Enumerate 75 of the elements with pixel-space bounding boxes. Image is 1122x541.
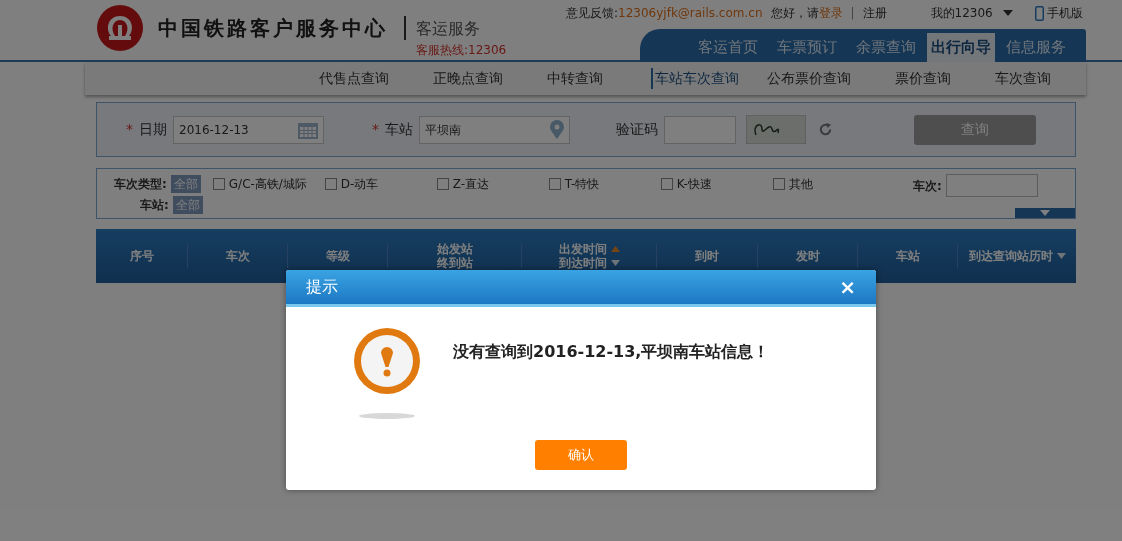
greeting-text: 您好，请 [770, 5, 819, 22]
hotline-text: 客服热线:12306 [416, 42, 507, 59]
train-type-option[interactable]: Z-直达 [436, 175, 549, 193]
date-field[interactable]: 2016-12-13 [173, 115, 324, 144]
dialog-message: 没有查询到2016-12-13,平坝南车站信息！ [453, 341, 770, 363]
train-type-option[interactable]: K-快速 [660, 175, 773, 193]
column-header[interactable]: 等级 [325, 249, 350, 263]
column-header[interactable]: 车次 [225, 249, 250, 263]
station-label: 车站 [385, 120, 413, 139]
close-button[interactable]: × [839, 277, 856, 297]
expand-icon [1040, 210, 1050, 216]
train-type-option[interactable]: G/C-高铁/城际 [212, 175, 325, 193]
train-number-field[interactable] [945, 174, 1038, 197]
site-title: 中国铁路客户服务中心 [158, 15, 388, 42]
column-header[interactable]: 到达查询站历时 [968, 249, 1053, 263]
nav-tab[interactable]: 车票预订 [769, 33, 845, 62]
nav-tab[interactable]: 信息服务 [998, 33, 1074, 62]
required-mark: * [126, 120, 133, 139]
refresh-icon[interactable] [818, 122, 833, 137]
link-separator: | [850, 5, 855, 22]
column-header[interactable]: 序号 [129, 249, 154, 263]
column-header[interactable]: 车站 [895, 249, 920, 263]
account-menu[interactable]: 我的12306 [930, 4, 1013, 22]
column-header[interactable]: 到达时间 [558, 256, 607, 270]
expand-toggle[interactable] [1015, 208, 1075, 218]
date-label: 日期 [139, 120, 167, 139]
mobile-link[interactable]: 手机版 [1046, 4, 1083, 22]
captcha-image [746, 115, 806, 144]
column-header[interactable]: 出发时间 [558, 242, 607, 256]
train-number-label: 车次: [913, 177, 942, 195]
train-type-label: 车次类型: [114, 176, 167, 193]
sub-nav-link[interactable]: 公布票价查询 [747, 68, 871, 89]
column-header[interactable]: 发时 [795, 249, 820, 263]
register-link[interactable]: 注册 [862, 4, 887, 22]
required-mark: * [372, 120, 379, 139]
checkbox[interactable] [772, 178, 785, 190]
column-header[interactable]: 终到站 [436, 256, 473, 270]
sub-nav-link[interactable]: 正晚点查询 [413, 68, 523, 89]
station-filter-label: 车站: [140, 197, 169, 214]
feedback-label: 意见反馈: [566, 5, 619, 22]
column-header[interactable]: 始发站 [436, 242, 473, 256]
station-field[interactable]: 平坝南 [419, 115, 570, 144]
checkbox[interactable] [212, 178, 225, 190]
checkbox[interactable] [324, 178, 337, 190]
feedback-email-link[interactable]: 12306yjfk@rails.com.cn [618, 4, 763, 22]
captcha-label: 验证码 [616, 120, 658, 139]
dialog-title: 提示 [306, 276, 338, 298]
confirm-button[interactable]: 确认 [535, 440, 627, 470]
nav-tab[interactable]: 出行向导 [927, 33, 995, 62]
sub-nav-link[interactable]: 票价查询 [875, 68, 971, 89]
sort-up-icon[interactable] [610, 246, 620, 252]
sub-nav-link[interactable]: 中转查询 [527, 68, 623, 89]
railway-logo [97, 5, 143, 51]
calendar-icon[interactable] [298, 120, 318, 139]
checkbox[interactable] [548, 178, 561, 190]
site-subtitle: 客运服务 [416, 18, 480, 40]
column-header[interactable]: 到时 [695, 249, 719, 263]
train-type-option[interactable]: T-特快 [548, 175, 661, 193]
sub-nav-link[interactable]: 车站车次查询 [651, 68, 739, 89]
warning-icon [353, 327, 421, 420]
nav-tab[interactable]: 余票查询 [848, 33, 924, 62]
checkbox[interactable] [660, 178, 673, 190]
train-type-option[interactable]: D-动车 [324, 175, 437, 193]
caret-icon [1002, 10, 1013, 16]
checkbox[interactable] [436, 178, 449, 190]
phone-icon [1034, 5, 1044, 21]
sub-nav-link[interactable]: 代售点查询 [299, 68, 409, 89]
captcha-field[interactable] [664, 115, 736, 144]
location-pin-icon[interactable] [550, 120, 564, 139]
sort-down-icon[interactable] [610, 260, 620, 266]
login-link[interactable]: 登录 [818, 4, 843, 22]
caret-icon[interactable] [1056, 253, 1066, 259]
nav-tab[interactable]: 客运首页 [690, 33, 766, 62]
train-type-option[interactable]: 其他 [772, 175, 885, 193]
sub-nav-link[interactable]: 车次查询 [975, 68, 1071, 89]
